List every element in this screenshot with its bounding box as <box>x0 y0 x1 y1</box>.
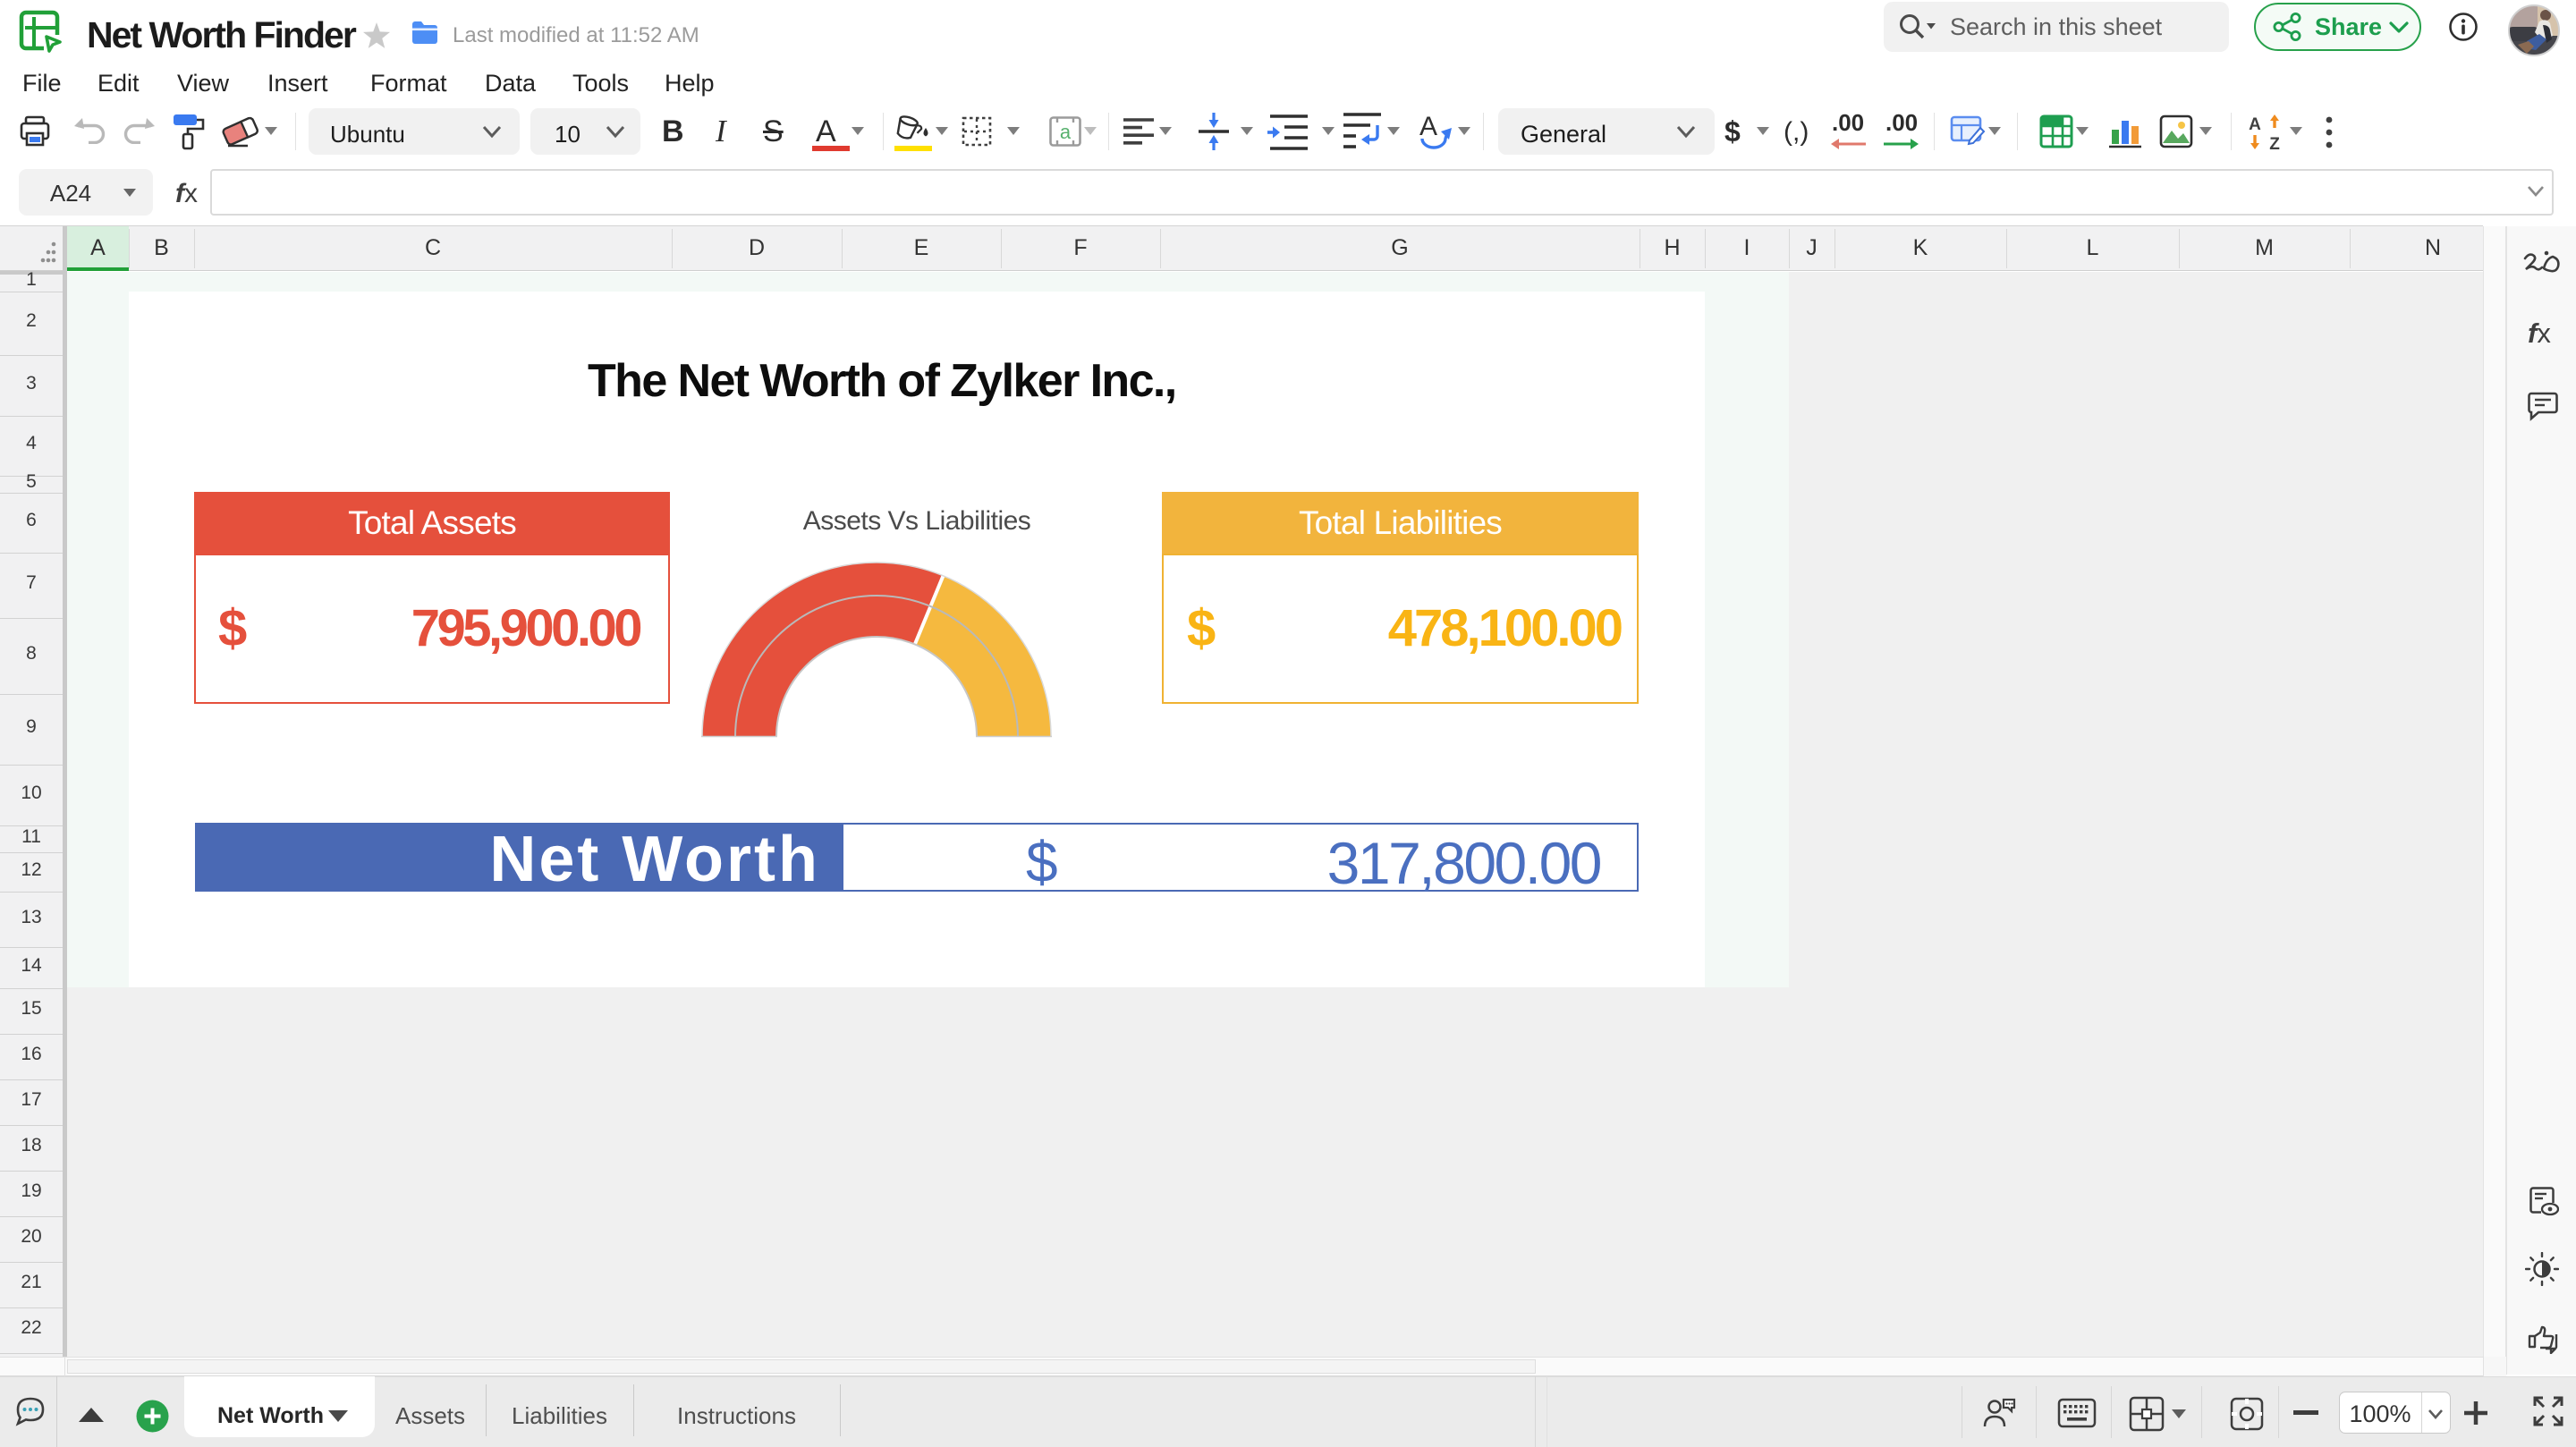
svg-text:A: A <box>1419 112 1437 141</box>
svg-text:A: A <box>2249 115 2261 134</box>
svg-text:Z: Z <box>2269 135 2280 151</box>
svg-text:a: a <box>1060 121 1072 143</box>
